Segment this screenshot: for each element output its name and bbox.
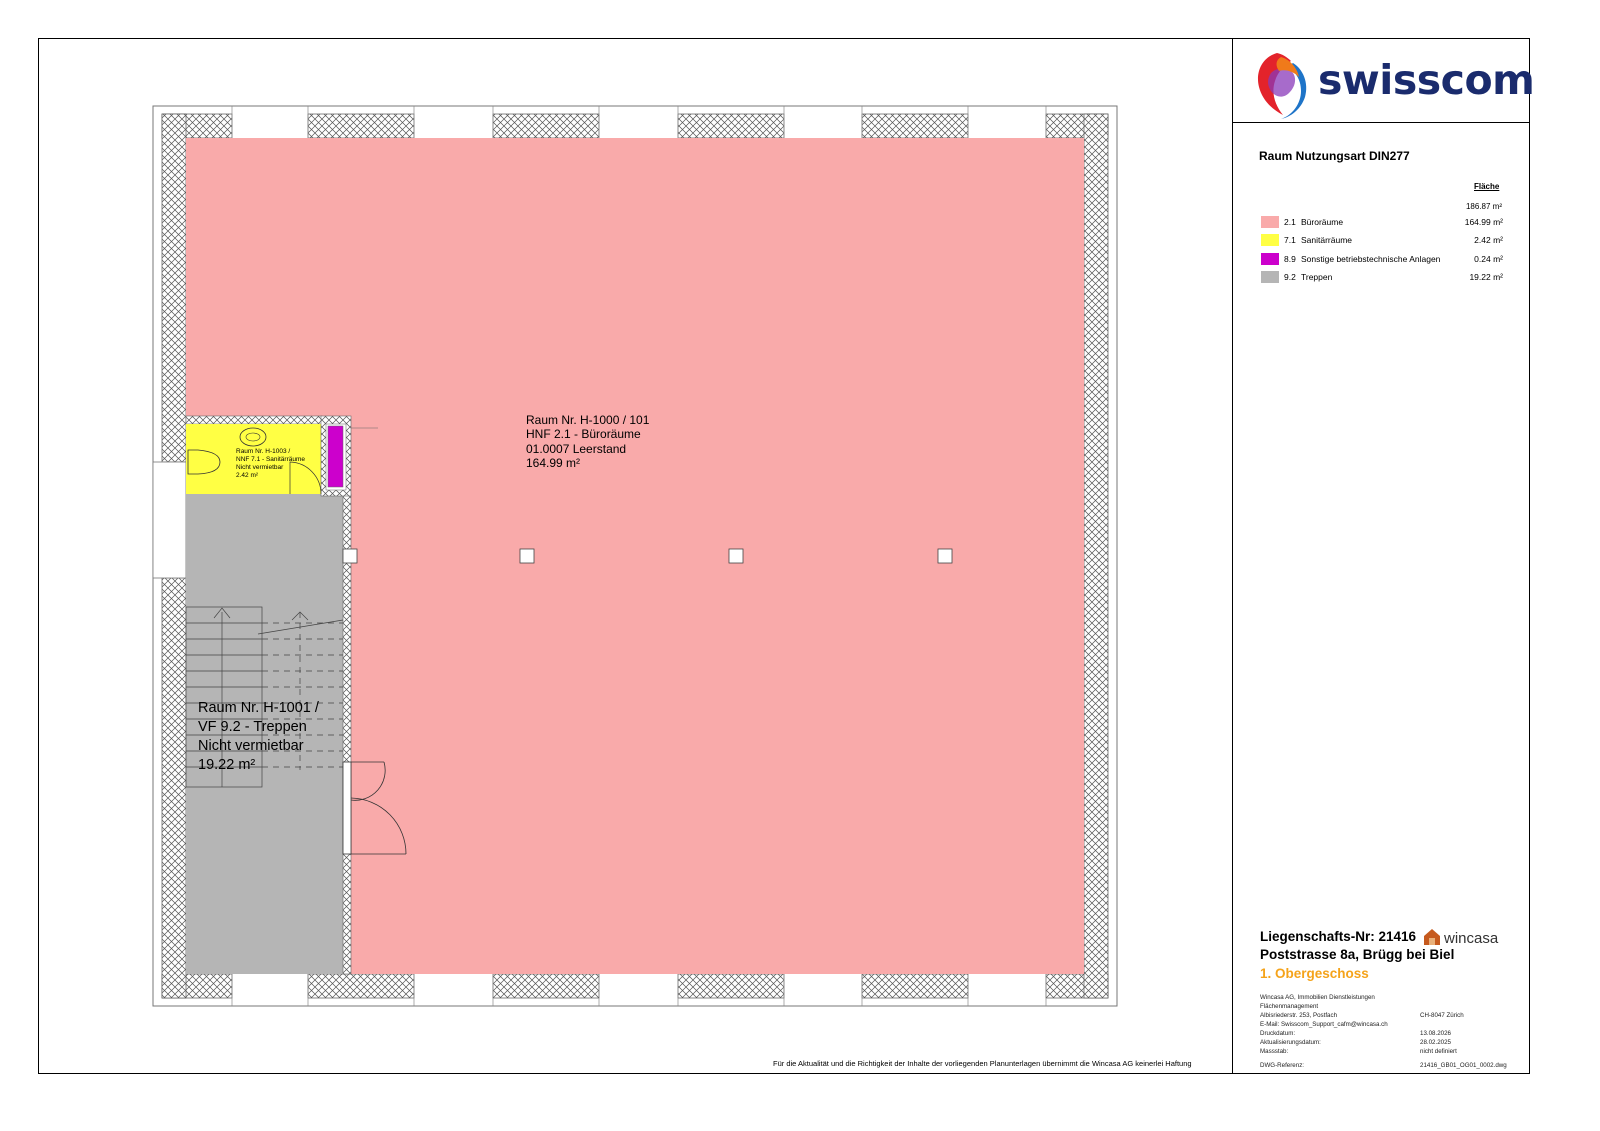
legend-name: Sanitärräume xyxy=(1301,235,1353,245)
stair-room-number: Raum Nr. H-1001 / xyxy=(198,700,319,716)
legend-row-buero: 2.1 Büroräume 164.99 m² xyxy=(1261,216,1503,230)
company-street: Albisriederstr. 253, Postfach xyxy=(1260,1012,1338,1019)
property-number: Liegenschafts-Nr: 21416 xyxy=(1260,929,1417,944)
partition-wall xyxy=(342,493,352,975)
column xyxy=(342,548,358,564)
technical-fill xyxy=(327,425,344,488)
print-date: 13.08.2026 xyxy=(1420,1030,1451,1037)
legend-row-treppen: 9.2 Treppen 19.22 m² xyxy=(1261,271,1503,285)
column xyxy=(519,548,535,564)
update-date: 28.02.2025 xyxy=(1420,1039,1451,1046)
stair-room-usage: VF 9.2 - Treppen xyxy=(198,718,307,735)
legend-swatch xyxy=(1261,253,1279,265)
company-name: Wincasa AG, Immobilien Dienstleistungen xyxy=(1260,994,1375,1001)
legend-area: 19.22 m² xyxy=(1469,272,1503,282)
legend-swatch xyxy=(1261,271,1279,283)
legend-swatch xyxy=(1261,216,1279,228)
legend-row-sanitaer: 7.1 Sanitärräume 2.42 m² xyxy=(1261,234,1503,248)
office-room-area: 164.99 m² xyxy=(526,456,581,471)
legend-code: 8.9 xyxy=(1284,254,1296,264)
legend-code: 9.2 xyxy=(1284,272,1296,282)
wc-room-usage: NNF 7.1 - Sanitärräume xyxy=(236,456,305,464)
property-address: Poststrasse 8a, Brügg bei Biel xyxy=(1260,947,1455,962)
wc-room-status: Nicht vermietbar xyxy=(236,464,284,472)
legend-row-technik: 8.9 Sonstige betriebstechnische Anlagen … xyxy=(1261,253,1503,267)
legend-code: 2.1 xyxy=(1284,217,1296,227)
dwg-reference: 21416_GB01_OG01_0002.dwg xyxy=(1420,1062,1507,1069)
scale-value: nicht definiert xyxy=(1420,1048,1457,1055)
wc-room-area: 2.42 m² xyxy=(236,472,259,480)
legend-name: Treppen xyxy=(1301,272,1333,282)
company-city: CH-8047 Zürich xyxy=(1420,1012,1464,1019)
legend-area: 0.24 m² xyxy=(1474,254,1503,264)
company-email: E-Mail: Swisscom_Support_cafm@wincasa.ch xyxy=(1260,1021,1388,1028)
legend-area: 2.42 m² xyxy=(1474,235,1503,245)
scale-label: Massstab: xyxy=(1260,1048,1289,1055)
legend-area: 164.99 m² xyxy=(1464,217,1503,227)
company-department: Flächenmanagement xyxy=(1260,1003,1319,1010)
wincasa-logo-icon xyxy=(1424,929,1440,945)
legend-title: Raum Nutzungsart DIN277 xyxy=(1259,149,1410,163)
legend-total-area: 186.87 m² xyxy=(1465,202,1502,211)
wincasa-logo-text: wincasa xyxy=(1444,930,1499,947)
office-room-usage: HNF 2.1 - Büroräume xyxy=(526,427,641,442)
office-room-label: Raum Nr. H-1000 / 101 HNF 2.1 - Büroräum… xyxy=(526,413,649,471)
dwg-label: DWG-Referenz: xyxy=(1260,1062,1305,1069)
column xyxy=(728,548,744,564)
stair-room-status: Nicht vermietbar xyxy=(198,737,304,754)
legend-code: 7.1 xyxy=(1284,235,1296,245)
wc-room-label: Raum Nr. H-1003 / NNF 7.1 - Sanitärräume… xyxy=(236,448,305,481)
stair-room-label: Raum Nr. H-1001 / VF 9.2 - Treppen Nicht… xyxy=(198,699,319,774)
wc-room-number: Raum Nr. H-1003 / xyxy=(236,448,291,455)
legend-name: Sonstige betriebstechnische Anlagen xyxy=(1301,254,1441,264)
column xyxy=(937,548,953,564)
legend-name: Büroräume xyxy=(1301,217,1344,227)
legend-area-header: Fläche xyxy=(1474,182,1500,191)
swisscom-logo-text: swisscom xyxy=(1318,56,1535,104)
office-room-status: 01.0007 Leerstand xyxy=(526,441,627,456)
side-entrance xyxy=(152,461,187,579)
stair-room-area: 19.22 m² xyxy=(198,756,256,773)
title-block-separator xyxy=(1232,122,1530,123)
wc-wall-top xyxy=(185,415,323,425)
disclaimer-text: Für die Aktualität und die Richtigkeit d… xyxy=(773,1059,1192,1068)
update-date-label: Aktualisierungsdatum: xyxy=(1260,1039,1321,1046)
legend-swatch xyxy=(1261,234,1279,246)
print-date-label: Druckdatum: xyxy=(1260,1030,1296,1037)
office-room-number: Raum Nr. H-1000 / 101 xyxy=(526,413,650,427)
floor-name: 1. Obergeschoss xyxy=(1260,966,1369,981)
